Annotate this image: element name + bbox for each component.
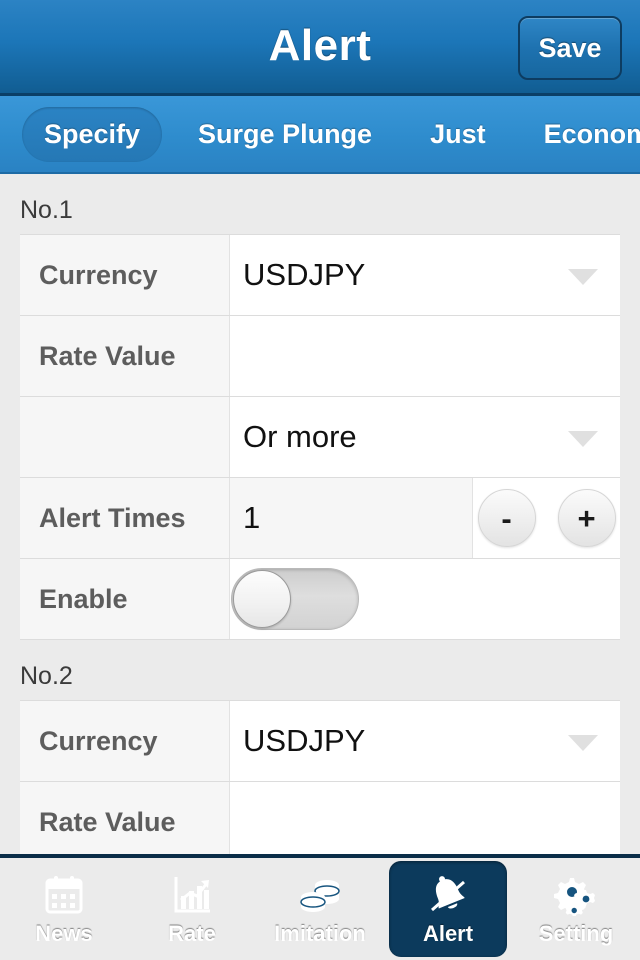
- increment-button[interactable]: +: [557, 489, 616, 547]
- alert-settings-table: Currency USDJPY Rate Value Or more Alert Tim…: [20, 234, 620, 640]
- bar-chart-icon: [171, 872, 213, 918]
- quantity-stepper: - +: [473, 478, 620, 558]
- tab-inner: News: [5, 861, 123, 957]
- alert-times-value[interactable]: 1: [230, 478, 473, 558]
- value-text: Or more: [243, 419, 357, 454]
- tab-label: Rate: [168, 920, 216, 946]
- tab-inner: Imitation: [261, 861, 379, 957]
- segmented-tab-bar: SpecifySurge Plunge Just Economic: [0, 96, 640, 174]
- tab-inner: Alert: [389, 861, 507, 957]
- row-label: [20, 397, 230, 477]
- table-row: Rate Value: [20, 316, 620, 397]
- tab-label: News: [35, 920, 93, 946]
- calendar-icon: [43, 872, 85, 918]
- row-label: Currency: [20, 701, 230, 781]
- chevron-down-icon[interactable]: [568, 735, 598, 751]
- row-label: Enable: [20, 559, 230, 639]
- alert-list-scroll-area[interactable]: No.1 Currency USDJPY Rate Value Or more Alert…: [0, 174, 640, 854]
- table-row: Rate Value: [20, 782, 620, 854]
- row-label: Rate Value: [20, 316, 230, 396]
- tab-alert[interactable]: Alert: [384, 858, 512, 960]
- tab-rate[interactable]: Rate: [128, 858, 256, 960]
- toggle-knob: [233, 570, 291, 628]
- tab-label: Imitation: [274, 920, 366, 946]
- enable-toggle-cell: [230, 559, 620, 639]
- select-value[interactable]: USDJPY: [230, 701, 620, 781]
- app-root: Alert Save Specify Surge Plunge Just Econom…: [0, 0, 640, 960]
- row-label: Rate Value: [20, 782, 230, 854]
- segment-tab-just[interactable]: Just: [408, 107, 508, 162]
- row-label: Alert Times: [20, 478, 230, 558]
- coins-icon: [298, 872, 342, 918]
- enable-toggle[interactable]: [231, 568, 359, 630]
- group-title: No.1: [20, 196, 73, 224]
- table-row: Currency USDJPY: [20, 235, 620, 316]
- save-button[interactable]: Save: [518, 16, 622, 80]
- table-row: Enable: [20, 559, 620, 640]
- tab-inner: Setting: [517, 861, 635, 957]
- group-title: No.2: [20, 662, 73, 690]
- table-row: Alert Times 1- +: [20, 478, 620, 559]
- tab-inner: Rate: [133, 861, 251, 957]
- tab-news[interactable]: News: [0, 858, 128, 960]
- navigation-bar: Alert Save: [0, 0, 640, 96]
- alert-settings-table: Currency USDJPY Rate Value: [20, 700, 620, 854]
- bell-icon: [426, 872, 470, 918]
- tab-imitation[interactable]: Imitation: [256, 858, 384, 960]
- table-row: Or more: [20, 397, 620, 478]
- chevron-down-icon[interactable]: [568, 269, 598, 285]
- select-value[interactable]: USDJPY: [230, 235, 620, 315]
- chevron-down-icon[interactable]: [568, 431, 598, 447]
- tab-label: Setting: [538, 920, 614, 946]
- text-input-value[interactable]: [230, 316, 620, 396]
- select-value[interactable]: Or more: [230, 397, 620, 477]
- tab-setting[interactable]: Setting: [512, 858, 640, 960]
- segment-tab-surge-plunge[interactable]: Surge Plunge: [176, 107, 394, 162]
- table-row: Currency USDJPY: [20, 701, 620, 782]
- bottom-tab-bar: News Rate Imitation Alert Setting: [0, 854, 640, 960]
- tab-label: Alert: [422, 920, 474, 946]
- row-label: Currency: [20, 235, 230, 315]
- value-text: USDJPY: [243, 723, 366, 758]
- segment-tab-economic[interactable]: Economic: [522, 107, 640, 162]
- value-text: USDJPY: [243, 257, 366, 292]
- gears-icon: [554, 872, 598, 918]
- decrement-button[interactable]: -: [477, 489, 536, 547]
- segment-tab-specify[interactable]: Specify: [22, 106, 163, 162]
- text-input-value[interactable]: [230, 782, 620, 854]
